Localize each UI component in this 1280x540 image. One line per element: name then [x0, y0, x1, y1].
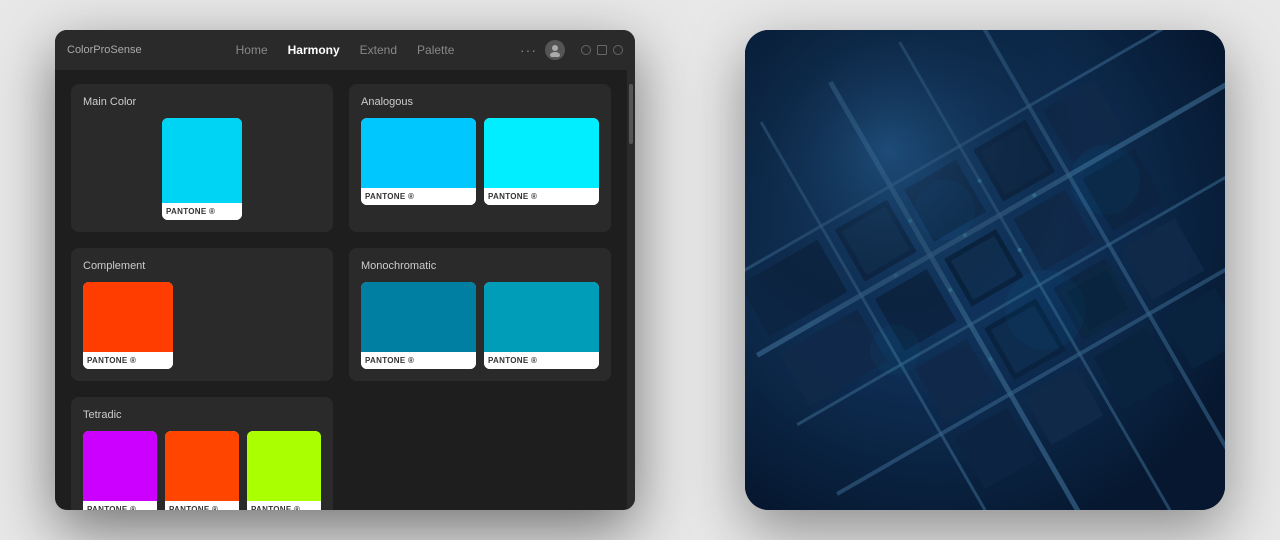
maximize-button[interactable]	[597, 45, 607, 55]
monochromatic-card-2[interactable]: PANTONE ®	[484, 282, 599, 369]
app-window: ColorProSense Home Harmony Extend Palett…	[55, 30, 635, 510]
monochromatic-card-1[interactable]: PANTONE ®	[361, 282, 476, 369]
app-content: Main Color PANTONE ® Analogous PANTONE ®	[55, 70, 635, 510]
nav-extend[interactable]: Extend	[360, 41, 397, 59]
window-controls: ─ ×	[581, 45, 623, 55]
analogous-title: Analogous	[361, 96, 599, 108]
main-color-swatch	[162, 118, 242, 203]
city-image	[745, 30, 1225, 510]
monochromatic-label-2: PANTONE ®	[484, 352, 599, 369]
analogous-card-2[interactable]: PANTONE ®	[484, 118, 599, 205]
tetradic-swatch-3	[247, 431, 321, 501]
analogous-card-1[interactable]: PANTONE ®	[361, 118, 476, 205]
tetradic-label-1: PANTONE ®	[83, 501, 157, 510]
analogous-cards: PANTONE ® PANTONE ®	[361, 118, 599, 205]
scroll-content[interactable]: Main Color PANTONE ® Analogous PANTONE ®	[55, 70, 627, 510]
analogous-label-2: PANTONE ®	[484, 188, 599, 205]
tetradic-swatch-2	[165, 431, 239, 501]
tetradic-swatch-1	[83, 431, 157, 501]
tetradic-label-3: PANTONE ®	[247, 501, 321, 510]
nav-home[interactable]: Home	[236, 41, 268, 59]
avatar[interactable]	[545, 40, 565, 60]
more-options-button[interactable]: ···	[520, 42, 537, 58]
analogous-section: Analogous PANTONE ® PANTONE ®	[349, 84, 611, 232]
complement-label-1: PANTONE ®	[83, 352, 173, 369]
analogous-label-1: PANTONE ®	[361, 188, 476, 205]
analogous-swatch-1	[361, 118, 476, 188]
main-color-section: Main Color PANTONE ®	[71, 84, 333, 232]
monochromatic-section: Monochromatic PANTONE ® PANTONE ®	[349, 248, 611, 381]
close-button[interactable]: ×	[613, 45, 623, 55]
tetradic-label-2: PANTONE ®	[165, 501, 239, 510]
tetradic-title: Tetradic	[83, 409, 321, 421]
complement-swatch-1	[83, 282, 173, 352]
scrollbar-thumb[interactable]	[629, 84, 633, 144]
tetradic-card-1[interactable]: PANTONE ®	[83, 431, 157, 510]
monochromatic-cards: PANTONE ® PANTONE ®	[361, 282, 599, 369]
tetradic-cards: PANTONE ® PANTONE ® PANTONE ®	[83, 431, 321, 510]
city-canvas	[745, 30, 1225, 510]
minimize-button[interactable]: ─	[581, 45, 591, 55]
tetradic-card-3[interactable]: PANTONE ®	[247, 431, 321, 510]
title-bar: ColorProSense Home Harmony Extend Palett…	[55, 30, 635, 70]
analogous-swatch-2	[484, 118, 599, 188]
main-color-title: Main Color	[83, 96, 321, 108]
nav-harmony[interactable]: Harmony	[288, 41, 340, 59]
main-color-card[interactable]: PANTONE ®	[162, 118, 242, 220]
scrollbar[interactable]	[627, 70, 635, 510]
tetradic-card-2[interactable]: PANTONE ®	[165, 431, 239, 510]
monochromatic-label-1: PANTONE ®	[361, 352, 476, 369]
monochromatic-swatch-1	[361, 282, 476, 352]
app-title: ColorProSense	[67, 44, 142, 56]
complement-cards: PANTONE ®	[83, 282, 321, 369]
sections-grid: Main Color PANTONE ® Analogous PANTONE ®	[71, 84, 611, 510]
nav-palette[interactable]: Palette	[417, 41, 454, 59]
title-bar-right: ··· ─ ×	[520, 40, 623, 60]
main-color-label: PANTONE ®	[162, 203, 242, 220]
complement-section: Complement PANTONE ®	[71, 248, 333, 381]
monochromatic-swatch-2	[484, 282, 599, 352]
tetradic-section: Tetradic PANTONE ® PANTONE ® PANTONE	[71, 397, 333, 510]
nav-bar: Home Harmony Extend Palette	[236, 41, 455, 59]
complement-card-1[interactable]: PANTONE ®	[83, 282, 173, 369]
monochromatic-title: Monochromatic	[361, 260, 599, 272]
complement-title: Complement	[83, 260, 321, 272]
